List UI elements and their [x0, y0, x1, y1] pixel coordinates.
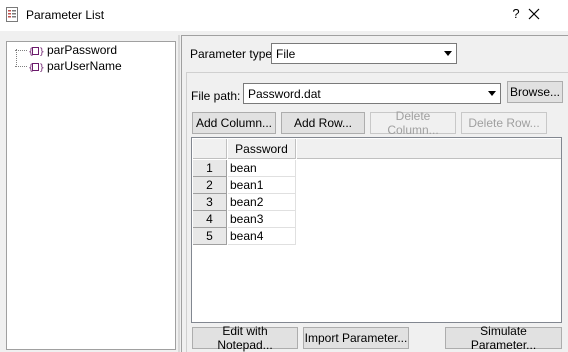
parameter-type-select[interactable]: File — [271, 43, 457, 64]
grid-corner[interactable] — [193, 139, 227, 159]
table-row[interactable]: 4 bean3 — [193, 211, 296, 228]
delete-row-button[interactable]: Delete Row... — [461, 112, 547, 134]
table-cell[interactable]: bean — [228, 160, 296, 177]
row-header[interactable]: 2 — [193, 177, 227, 194]
simulate-parameter-button[interactable]: Simulate Parameter... — [445, 324, 562, 352]
file-path-select[interactable]: Password.dat — [243, 83, 501, 104]
table-cell[interactable]: bean3 — [228, 211, 296, 228]
column-header-password[interactable]: Password — [228, 139, 296, 159]
row-header[interactable]: 1 — [193, 160, 227, 177]
parameter-type-value: File — [276, 47, 296, 61]
delete-column-button[interactable]: Delete Column... — [370, 109, 456, 137]
row-header[interactable]: 5 — [193, 228, 227, 245]
close-icon[interactable] — [524, 4, 544, 24]
help-button[interactable]: ? — [506, 6, 526, 24]
row-header[interactable]: 3 — [193, 194, 227, 211]
table-row[interactable]: 1 bean — [193, 160, 296, 177]
grid-header-filler — [297, 139, 561, 159]
table-cell[interactable]: bean4 — [228, 228, 296, 245]
parameter-tree[interactable]: { } parPassword { } parUserName — [6, 41, 176, 350]
svg-text:}: } — [39, 64, 44, 73]
tree-item-parusername[interactable]: { } parUserName — [15, 58, 122, 74]
parameter-type-label: Parameter type: — [190, 47, 276, 61]
window-title: Parameter List — [26, 8, 105, 22]
chevron-down-icon[interactable] — [484, 85, 499, 102]
table-cell[interactable]: bean2 — [228, 194, 296, 211]
parameter-data-grid[interactable]: Password 1 bean 2 bean1 3 bean2 4 bean 3 … — [191, 137, 562, 323]
tree-item-parpassword[interactable]: { } parPassword — [15, 42, 117, 58]
parameter-icon: { } — [28, 45, 45, 58]
edit-with-notepad-button[interactable]: Edit with Notepad... — [192, 324, 298, 352]
browse-button[interactable]: Browse... — [507, 81, 563, 103]
svg-text:}: } — [39, 48, 44, 57]
document-list-icon — [6, 7, 20, 23]
table-cell[interactable]: bean1 — [228, 177, 296, 194]
tree-connector — [15, 65, 27, 67]
table-row[interactable]: 5 bean4 — [193, 228, 296, 245]
table-row[interactable]: 3 bean2 — [193, 194, 296, 211]
import-parameter-button[interactable]: Import Parameter... — [303, 327, 409, 349]
table-row[interactable]: 2 bean1 — [193, 177, 296, 194]
chevron-down-icon[interactable] — [440, 45, 455, 62]
row-header[interactable]: 4 — [193, 211, 227, 228]
tree-item-label: parPassword — [47, 43, 118, 57]
parameter-icon: { } — [28, 61, 45, 74]
panel-splitter[interactable] — [178, 35, 180, 352]
title-bar: Parameter List ? — [0, 0, 568, 31]
file-path-label: File path: — [191, 89, 241, 103]
file-path-value: Password.dat — [248, 87, 321, 101]
add-column-button[interactable]: Add Column... — [192, 112, 276, 134]
tree-connector — [15, 49, 27, 51]
tree-item-label: parUserName — [47, 59, 122, 73]
add-row-button[interactable]: Add Row... — [281, 112, 365, 134]
